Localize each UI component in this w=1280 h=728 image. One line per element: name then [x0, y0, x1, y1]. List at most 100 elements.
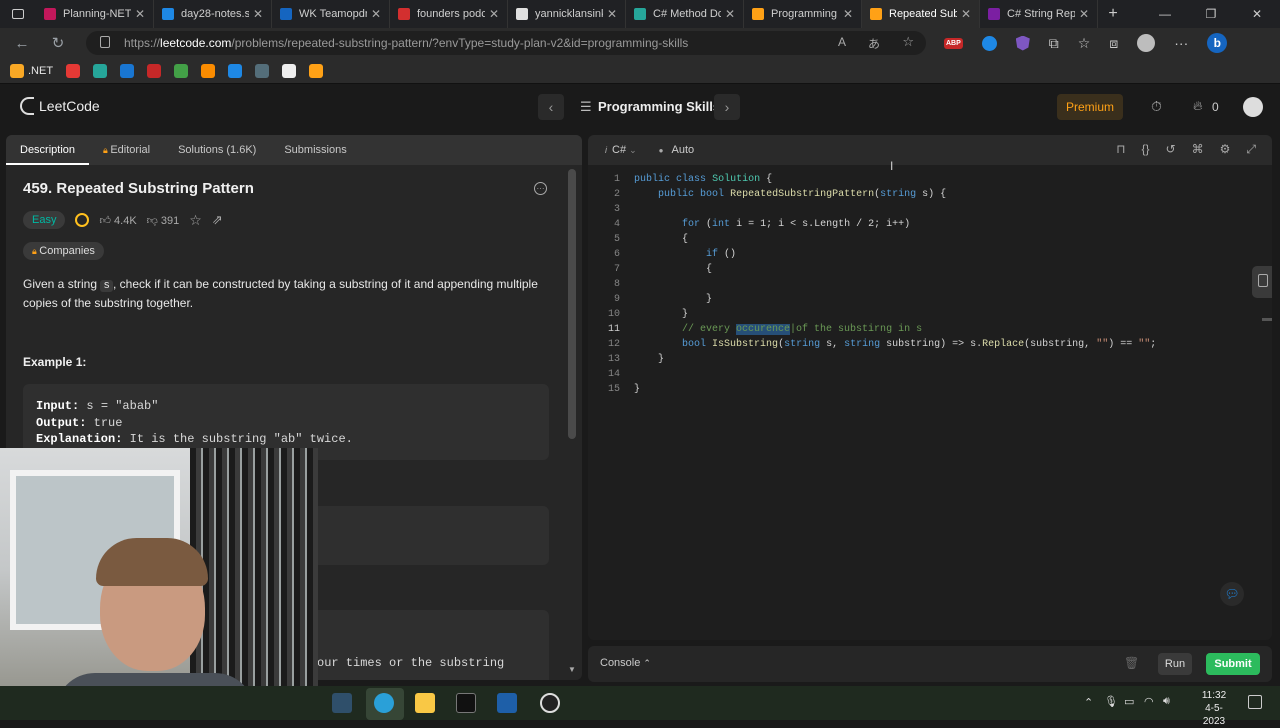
tab-close-icon[interactable]: ✕ [725, 7, 735, 21]
collections-icon[interactable]: ⧈ [1109, 35, 1118, 52]
translate-icon[interactable]: あ [868, 35, 880, 52]
tab-close-icon[interactable]: ✕ [1079, 7, 1089, 21]
user-avatar[interactable] [1243, 97, 1263, 117]
powershell-icon[interactable] [497, 693, 517, 713]
bookmark-item[interactable] [282, 63, 297, 78]
browser-tab[interactable]: C# Method Dc ✕ [626, 0, 744, 28]
auto-mode[interactable]: Auto [672, 144, 695, 156]
favorites-icon[interactable]: ☆ [1078, 35, 1091, 52]
side-panel-toggle[interactable] [1252, 266, 1272, 298]
tab-close-icon[interactable]: ✕ [371, 7, 381, 21]
browser-tab[interactable]: Planning-NET ✕ [36, 0, 154, 28]
browser-tab[interactable]: founders podc ✕ [390, 0, 508, 28]
coin-icon[interactable] [75, 213, 90, 227]
premium-button[interactable]: Premium [1057, 94, 1123, 120]
maximize-window-icon[interactable]: ❐ [1188, 7, 1234, 21]
tray-chevron-icon[interactable]: ⌃ [1084, 696, 1093, 709]
shortcuts-icon[interactable]: ⌘ [1192, 142, 1204, 157]
next-problem-button[interactable]: › [714, 94, 740, 120]
bookmark-item[interactable] [120, 63, 135, 78]
bookmark-item[interactable] [147, 63, 162, 78]
file-explorer-icon[interactable] [415, 693, 435, 713]
app-icon[interactable] [332, 693, 352, 713]
tab-close-icon[interactable]: ✕ [607, 7, 617, 21]
bookmark-item[interactable] [174, 63, 189, 78]
console-toggle[interactable]: Console ⌃ [600, 657, 651, 669]
reload-icon[interactable]: ↻ [44, 34, 72, 52]
obs-icon[interactable] [540, 693, 560, 713]
run-button[interactable]: Run [1158, 653, 1192, 675]
like-button[interactable]: 👍︎ 4.4K [99, 214, 136, 227]
wifi-icon[interactable]: ◠ [1144, 695, 1154, 708]
clock[interactable]: 11:32 4-5-2023 [1194, 689, 1234, 728]
tab-close-icon[interactable]: ✕ [253, 7, 263, 21]
profile-avatar-icon[interactable] [1137, 34, 1156, 52]
bookmark-item[interactable] [309, 63, 324, 78]
notification-center-icon[interactable] [1248, 695, 1262, 709]
battery-icon[interactable]: ▭ [1124, 695, 1134, 708]
bookmark-item[interactable] [255, 63, 270, 78]
tab-actions-icon[interactable] [0, 0, 36, 28]
bing-icon[interactable]: b [1207, 33, 1228, 53]
browser-tab[interactable]: Repeated Sub ✕ [862, 0, 980, 28]
scrollbar-thumb[interactable] [568, 169, 576, 439]
tab-close-icon[interactable]: ✕ [489, 7, 499, 21]
more-menu-icon[interactable]: ··· [1174, 35, 1188, 51]
tab-close-icon[interactable]: ✕ [961, 7, 971, 21]
problem-list-icon[interactable]: ☰ [580, 99, 592, 115]
tab-close-icon[interactable]: ✕ [135, 7, 145, 21]
feedback-chat-icon[interactable]: 💬︎ [1220, 582, 1244, 606]
submit-button[interactable]: Submit [1206, 653, 1260, 675]
more-options-icon[interactable]: ··· [534, 182, 547, 195]
back-arrow-icon[interactable]: ← [8, 35, 36, 52]
leetcode-logo[interactable]: LeetCode [20, 97, 100, 115]
bookmark-item[interactable] [201, 63, 216, 78]
favorite-star-icon[interactable]: ☆ [902, 34, 914, 50]
bookmark-item[interactable] [228, 63, 243, 78]
bookmark-icon[interactable]: ⊓ [1116, 142, 1125, 157]
browser-tab[interactable]: WK Teamopdr ✕ [272, 0, 390, 28]
read-aloud-icon[interactable]: A [838, 35, 846, 49]
volume-icon[interactable]: 🔊︎ [1163, 695, 1170, 708]
share-icon[interactable]: ⇗ [212, 212, 223, 228]
tab-submissions[interactable]: Submissions [270, 135, 360, 165]
prev-problem-button[interactable]: ‹ [538, 94, 564, 120]
tab-solutions[interactable]: Solutions (1.6K) [164, 135, 270, 165]
tab-close-icon[interactable]: ✕ [843, 7, 853, 21]
tab-editorial[interactable]: 🔒︎ Editorial [89, 135, 164, 165]
bookmark-item[interactable] [93, 63, 108, 78]
settings-gear-icon[interactable]: ⚙ [1220, 142, 1231, 157]
study-plan-title[interactable]: Programming Skills [598, 99, 720, 114]
address-field[interactable]: https://leetcode.com/problems/repeated-s… [86, 31, 926, 55]
format-braces-icon[interactable]: {} [1142, 142, 1150, 157]
minimize-window-icon[interactable]: — [1142, 7, 1188, 21]
bookmark-item[interactable]: .NET [10, 63, 53, 78]
streak-fire-icon[interactable]: 🔥︎ [1193, 98, 1203, 114]
reset-code-icon[interactable]: ↺ [1166, 142, 1176, 157]
star-icon[interactable]: ☆ [189, 212, 202, 229]
bookmark-item[interactable] [66, 63, 81, 78]
browser-tab[interactable]: day28-notes.s ✕ [154, 0, 272, 28]
scroll-down-arrow-icon[interactable]: ▼ [568, 665, 576, 674]
extensions-puzzle-icon[interactable]: ⧉ [1049, 35, 1059, 52]
microphone-icon[interactable]: 🎙︎ [1104, 695, 1118, 708]
tab-description[interactable]: Description [6, 135, 90, 165]
companies-pill[interactable]: 🔒︎ Companies [23, 241, 104, 260]
close-window-icon[interactable]: ✕ [1234, 7, 1280, 21]
shield-extension-icon[interactable] [1015, 35, 1030, 51]
browser-tab[interactable]: yannicklansink ✕ [508, 0, 626, 28]
edge-browser-icon[interactable] [374, 693, 394, 713]
browser-tab[interactable]: C# String Rep ✕ [980, 0, 1098, 28]
language-select[interactable]: C# ⌄ [612, 144, 637, 156]
extension-icon[interactable] [981, 35, 997, 51]
fullscreen-icon[interactable]: ⤢ [1246, 142, 1256, 157]
new-tab-button[interactable]: + [1098, 5, 1128, 23]
dislike-count: 391 [160, 214, 180, 227]
terminal-icon[interactable] [456, 693, 476, 713]
delete-icon[interactable]: 🗑︎ [1124, 656, 1139, 670]
code-area[interactable]: 1 public class Solution {2 public bool Re… [588, 172, 1272, 592]
adblock-extension-icon[interactable]: ABP [944, 37, 963, 49]
timer-icon[interactable]: ⏱ [1151, 98, 1162, 115]
dislike-button[interactable]: 👎︎ 391 [147, 214, 180, 227]
browser-tab[interactable]: Programming ✕ [744, 0, 862, 28]
